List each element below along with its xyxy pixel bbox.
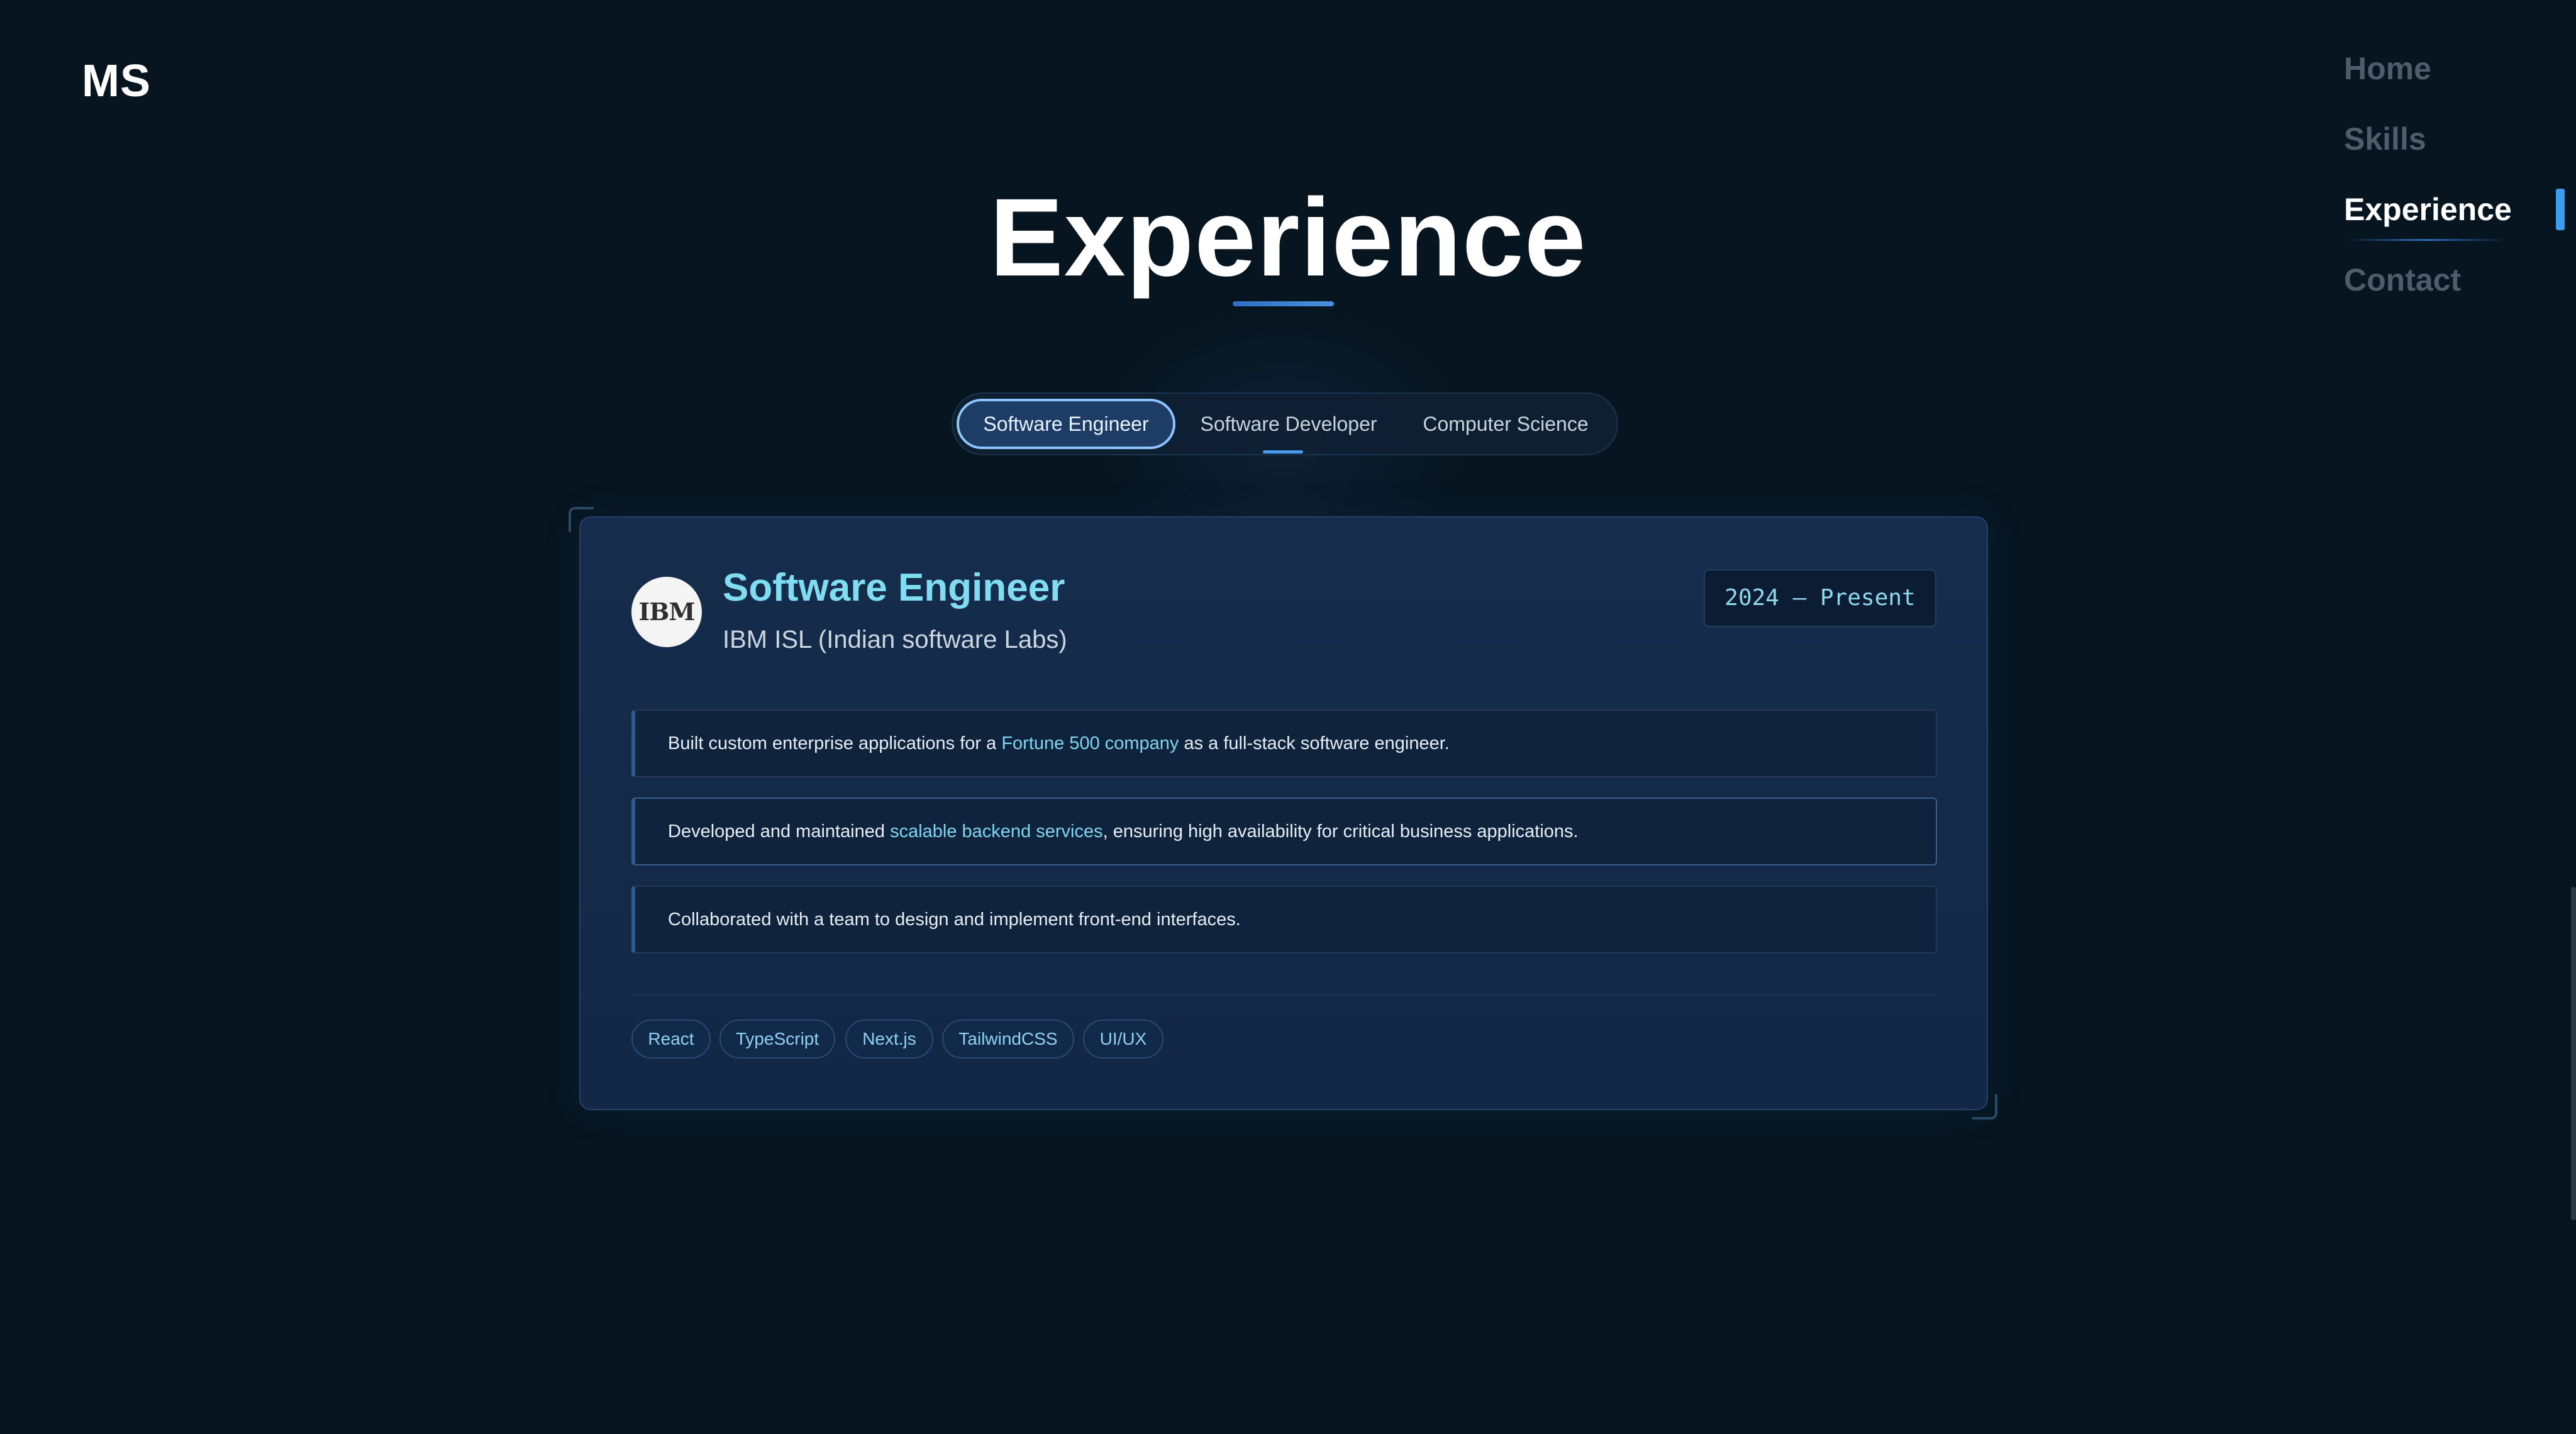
tab-software-engineer[interactable]: Software Engineer	[957, 399, 1175, 449]
role-title: Software Engineer	[723, 566, 1065, 609]
bullet-text: Collaborated with a team to design and i…	[668, 909, 1241, 930]
portfolio-page: MS Home Skills Experience Contact Experi…	[0, 0, 2576, 1434]
tech-tag[interactable]: TypeScript	[719, 1020, 835, 1059]
bullet-text: as a full-stack software engineer.	[1179, 733, 1450, 753]
experience-tabs: Software Engineer Software Developer Com…	[952, 392, 1618, 455]
bullet-text: Built custom enterprise applications for…	[668, 733, 1002, 753]
nav-item-home[interactable]: Home	[2344, 48, 2551, 118]
title-underline	[1233, 301, 1334, 306]
tab-software-developer[interactable]: Software Developer	[1182, 399, 1396, 449]
tech-tag[interactable]: TailwindCSS	[942, 1020, 1074, 1059]
tech-tag[interactable]: UI/UX	[1083, 1020, 1163, 1059]
scrollbar-thumb[interactable]	[2571, 887, 2576, 1220]
tech-tag[interactable]: Next.js	[845, 1020, 933, 1059]
tab-computer-science[interactable]: Computer Science	[1402, 399, 1609, 449]
bullet-highlight: Fortune 500 company	[1001, 733, 1179, 753]
page-title: Experience	[989, 176, 1587, 299]
experience-card: IBM Software Engineer IBM ISL (Indian so…	[579, 516, 1988, 1110]
bullet-text: Developed and maintained	[668, 821, 891, 842]
tech-tag[interactable]: React	[631, 1020, 711, 1059]
date-badge: 2024 – Present	[1704, 569, 1936, 627]
bullet-highlight: scalable backend services	[890, 821, 1103, 842]
experience-bullet: Collaborated with a team to design and i…	[631, 886, 1937, 953]
tab-hover-indicator	[1263, 450, 1303, 453]
experience-bullet: Built custom enterprise applications for…	[631, 709, 1937, 777]
bullet-text: , ensuring high availability for critica…	[1102, 821, 1579, 842]
experience-bullet: Developed and maintained scalable backen…	[631, 798, 1937, 865]
company-name: IBM ISL (Indian software Labs)	[723, 626, 1067, 653]
company-logo: IBM	[631, 577, 702, 647]
card-divider	[631, 994, 1937, 996]
site-logo[interactable]: MS	[82, 55, 151, 107]
